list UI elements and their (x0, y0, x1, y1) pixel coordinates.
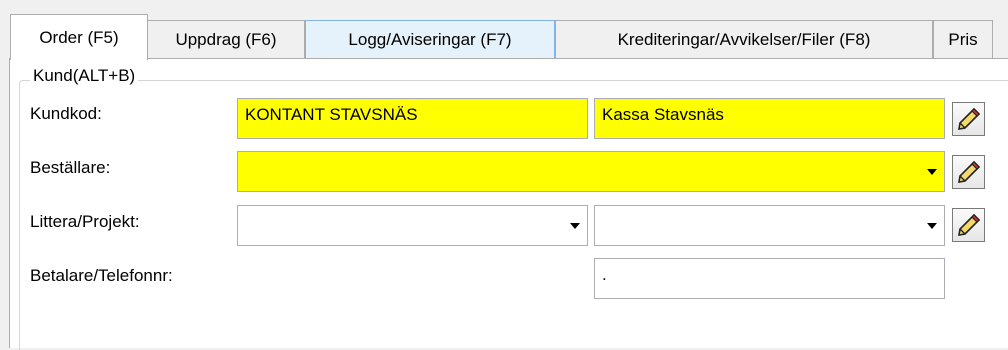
bestallare-combo[interactable] (237, 151, 945, 192)
bestallare-label: Beställare: (30, 158, 111, 177)
kundkod-code-field[interactable]: KONTANT STAVSNÄS (237, 98, 588, 139)
tab-bar: Order (F5) Uppdrag (F6) Logg/Aviseringar… (0, 0, 1008, 60)
tab-pris[interactable]: Pris (933, 20, 993, 58)
pencil-icon (957, 160, 980, 183)
pencil-icon (957, 107, 980, 130)
tab-logg-aviseringar[interactable]: Logg/Aviseringar (F7) (305, 20, 555, 58)
littera-edit-button[interactable] (952, 208, 985, 242)
chevron-down-icon[interactable] (563, 206, 587, 245)
betalare-field[interactable]: . (594, 258, 945, 299)
kundkod-label: Kundkod: (30, 104, 102, 123)
tab-uppdrag[interactable]: Uppdrag (F6) (147, 20, 305, 58)
littera-combo-1[interactable] (237, 205, 588, 246)
tab-krediteringar[interactable]: Krediteringar/Avvikelser/Filer (F8) (555, 20, 933, 58)
kundkod-name-field[interactable]: Kassa Stavsnäs (594, 98, 945, 139)
betalare-label: Betalare/Telefonnr: (30, 266, 173, 285)
bestallare-edit-button[interactable] (952, 155, 985, 189)
chevron-down-icon[interactable] (920, 152, 944, 191)
chevron-down-icon[interactable] (920, 206, 944, 245)
littera-label: Littera/Projekt: (30, 212, 140, 231)
littera-combo-2[interactable] (594, 205, 945, 246)
pencil-icon (957, 213, 980, 236)
customer-group-label: Kund(ALT+B) (30, 66, 139, 86)
kundkod-edit-button[interactable] (952, 102, 985, 136)
tab-order[interactable]: Order (F5) (10, 14, 148, 60)
